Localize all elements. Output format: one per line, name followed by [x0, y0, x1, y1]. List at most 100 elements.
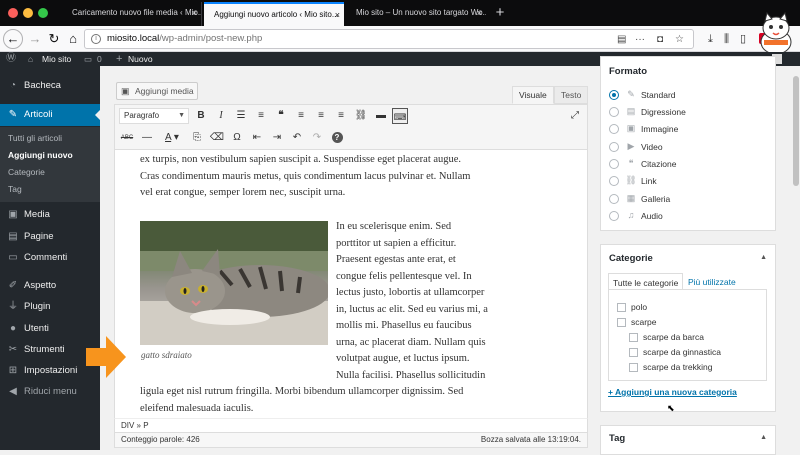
admin-new-link[interactable]: Nuovo: [128, 52, 153, 66]
sidebar-item-commenti[interactable]: ▭ Commenti: [0, 247, 100, 269]
reload-icon[interactable]: ↻: [44, 29, 64, 49]
sidebar-collapse[interactable]: ◀ Riduci menu: [0, 381, 100, 403]
align-left-icon[interactable]: ≡: [293, 108, 309, 124]
category-checkbox[interactable]: [629, 333, 638, 342]
help-icon[interactable]: ?: [329, 130, 345, 146]
sub-item-tutti[interactable]: Tutti gli articoli: [8, 131, 62, 145]
paste-text-icon[interactable]: ⎘: [189, 130, 205, 146]
special-character-icon[interactable]: Ω: [229, 130, 245, 146]
sidebar-item-aspetto[interactable]: ✐ Aspetto: [0, 275, 100, 297]
collapse-toggle-icon[interactable]: ▲: [760, 434, 767, 441]
sidebar-item-impostazioni[interactable]: ⊞ Impostazioni: [0, 360, 100, 382]
editor-content[interactable]: ex turpis, non vestibulum sapien suscipi…: [114, 150, 588, 418]
sidebar-icon[interactable]: ▯: [740, 30, 746, 48]
redo-icon[interactable]: ↷: [309, 130, 325, 146]
download-icon[interactable]: ⤓: [708, 30, 713, 48]
info-icon[interactable]: i: [91, 34, 101, 44]
browser-tab-active[interactable]: Aggiungi nuovo articolo ‹ Mio sito... ×: [204, 2, 344, 26]
tab-text[interactable]: Testo: [554, 86, 589, 104]
format-radio-link[interactable]: [609, 176, 619, 186]
pocket-icon[interactable]: ◘: [657, 34, 663, 46]
format-radio-digressione[interactable]: [609, 107, 619, 117]
window-zoom-button[interactable]: [38, 8, 48, 18]
category-checkbox[interactable]: [629, 363, 638, 372]
reader-icon[interactable]: ▤: [617, 34, 626, 46]
category-checkbox[interactable]: [617, 318, 626, 327]
cat-image[interactable]: [140, 221, 328, 345]
category-checklist: polo scarpe scarpe da barca scarpe da gi…: [608, 289, 767, 381]
image-caption[interactable]: gatto sdraiato: [141, 350, 192, 360]
tab-visual[interactable]: Visuale: [512, 86, 554, 104]
align-center-icon[interactable]: ≡: [313, 108, 329, 124]
toolbar-toggle-icon[interactable]: ⌨: [392, 108, 408, 124]
tab-close-icon[interactable]: ×: [192, 2, 197, 24]
sub-item-aggiungi[interactable]: Aggiungi nuovo: [8, 148, 73, 162]
sidebar-item-bacheca[interactable]: ◔ Bacheca: [0, 75, 100, 97]
text-line: vel erat congue, semper lorem nec, susci…: [140, 187, 346, 198]
clear-formatting-icon[interactable]: ⌫: [209, 130, 225, 146]
blockquote-icon[interactable]: ❝: [273, 108, 289, 124]
add-media-button[interactable]: ▣ Aggiungi media: [116, 82, 198, 100]
comments-count[interactable]: 0: [97, 52, 102, 66]
mouse-cursor-icon: ⬉: [667, 403, 675, 413]
home-icon[interactable]: ⌂: [28, 52, 33, 66]
browser-tab[interactable]: Caricamento nuovo file media ‹ Mio... ×: [62, 2, 202, 26]
back-icon[interactable]: ←: [3, 29, 23, 49]
plus-icon[interactable]: +: [116, 52, 122, 66]
format-select[interactable]: Paragrafo ▼: [119, 108, 189, 124]
add-media-icon: ▣: [121, 86, 130, 96]
format-radio-video[interactable]: [609, 142, 619, 152]
bullet-list-icon[interactable]: ☰: [233, 108, 249, 124]
fullscreen-icon[interactable]: ⤢: [567, 108, 583, 124]
category-checkbox[interactable]: [629, 348, 638, 357]
sidebar-item-articoli[interactable]: ✎ Articoli: [0, 104, 100, 126]
add-category-link[interactable]: + Aggiungi una nuova categoria: [608, 387, 737, 397]
format-radio-standard[interactable]: [609, 90, 619, 100]
admin-site-link[interactable]: Mio sito: [42, 52, 71, 66]
undo-icon[interactable]: ↶: [289, 130, 305, 146]
sidebar-item-utenti[interactable]: ● Utenti: [0, 318, 100, 340]
outdent-icon[interactable]: ⇤: [249, 130, 265, 146]
numbered-list-icon[interactable]: ≡: [253, 108, 269, 124]
categories-box-title: Categorie: [609, 253, 653, 264]
collapse-toggle-icon[interactable]: ▲: [760, 254, 767, 261]
bookmark-star-icon[interactable]: ☆: [675, 34, 684, 46]
window-close-button[interactable]: [8, 8, 18, 18]
read-more-icon[interactable]: ▬: [373, 108, 389, 124]
more-actions-icon[interactable]: ···: [635, 34, 645, 46]
sidebar-item-pagine[interactable]: ▤ Pagine: [0, 226, 100, 248]
window-minimize-button[interactable]: [23, 8, 33, 18]
forward-icon[interactable]: →: [25, 29, 45, 49]
text-color-icon[interactable]: A ▾: [159, 130, 185, 146]
format-radio-citazione[interactable]: [609, 159, 619, 169]
browser-tab[interactable]: Mio sito – Un nuovo sito targato Wo... ×: [346, 2, 486, 26]
italic-icon[interactable]: I: [213, 108, 229, 124]
link-icon[interactable]: ⛓: [353, 108, 369, 124]
video-icon: ▶: [627, 141, 635, 151]
category-label: scarpe da barca: [643, 332, 704, 342]
page-scrollbar[interactable]: [792, 66, 800, 450]
sub-item-tag[interactable]: Tag: [8, 182, 22, 196]
indent-icon[interactable]: ⇥: [269, 130, 285, 146]
format-radio-immagine[interactable]: [609, 124, 619, 134]
tab-close-icon[interactable]: ×: [335, 4, 340, 26]
new-tab-icon[interactable]: +: [492, 2, 508, 24]
home-icon[interactable]: ⌂: [63, 29, 83, 49]
format-radio-audio[interactable]: [609, 211, 619, 221]
wordpress-logo-icon[interactable]: Ⓦ: [6, 52, 16, 66]
comment-icon[interactable]: ▭: [84, 52, 92, 66]
horizontal-line-icon[interactable]: —: [139, 130, 155, 146]
strikethrough-icon[interactable]: ABC: [119, 130, 135, 146]
sidebar-item-plugin[interactable]: ⏚ Plugin: [0, 296, 100, 318]
category-checkbox[interactable]: [617, 303, 626, 312]
bold-icon[interactable]: B: [193, 108, 209, 124]
scrollbar-thumb[interactable]: [793, 76, 799, 186]
sidebar-item-strumenti[interactable]: ✂ Strumenti: [0, 339, 100, 361]
sidebar-item-media[interactable]: ▣ Media: [0, 204, 100, 226]
align-right-icon[interactable]: ≡: [333, 108, 349, 124]
format-radio-galleria[interactable]: [609, 194, 619, 204]
library-icon[interactable]: ⫼: [724, 30, 729, 48]
tab-close-icon[interactable]: ×: [477, 2, 482, 24]
url-bar[interactable]: i miosito.local/wp-admin/post-new.php ▤ …: [84, 29, 694, 49]
sub-item-categorie[interactable]: Categorie: [8, 165, 45, 179]
